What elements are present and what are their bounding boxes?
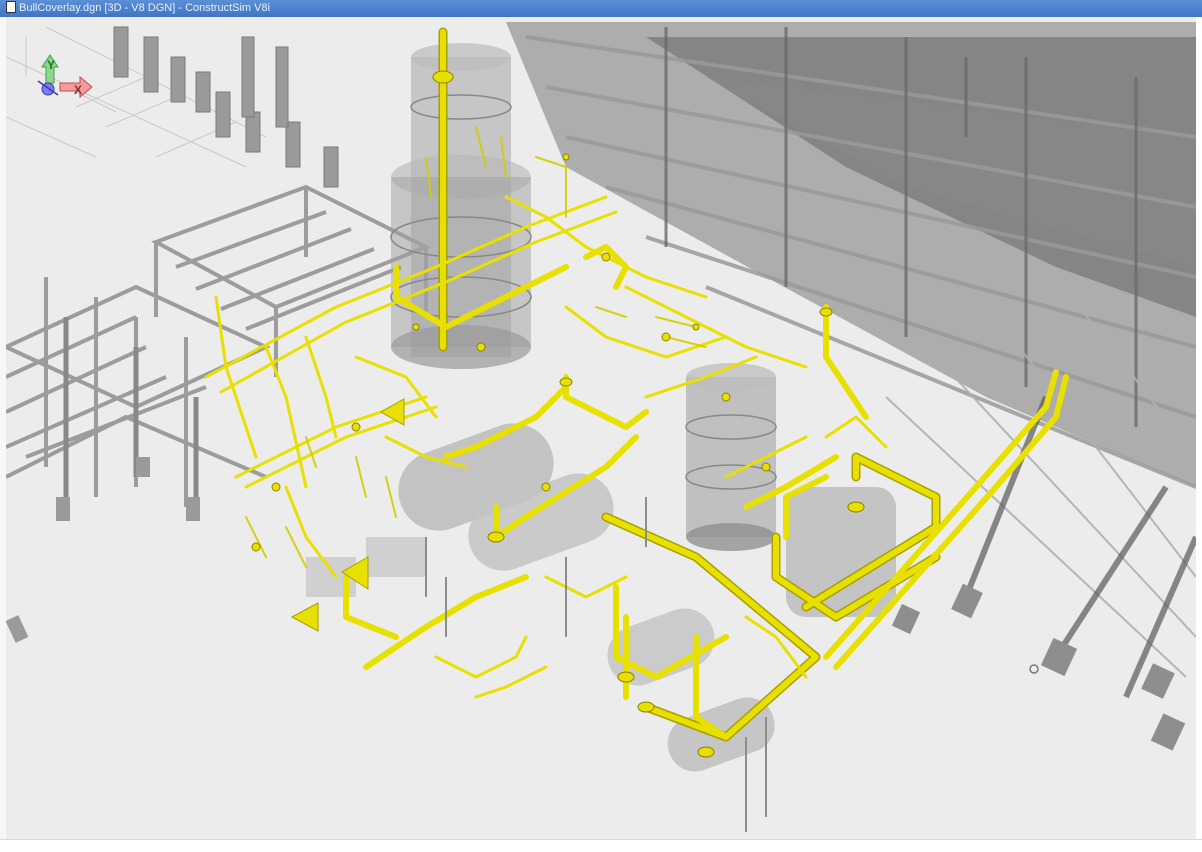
axis-triad-graphic (37, 54, 93, 99)
window-title-bar[interactable]: BullCoverlay.dgn [3D - V8 DGN] - Constru… (0, 0, 1202, 17)
y-axis-label: Y (47, 58, 56, 72)
stripper-column (685, 363, 777, 551)
application-window: BullCoverlay.dgn [3D - V8 DGN] - Constru… (0, 0, 1202, 852)
3d-viewport[interactable]: Y X (6, 17, 1196, 839)
status-bar (0, 839, 1202, 852)
window-title: BullCoverlay.dgn [3D - V8 DGN] - Constru… (19, 2, 271, 14)
document-icon (6, 1, 16, 13)
plant-3d-model[interactable] (6, 17, 1196, 839)
window-right-border (1196, 17, 1202, 839)
x-axis-label: X (74, 83, 83, 97)
view-axis-triad[interactable]: Y X (30, 53, 100, 109)
